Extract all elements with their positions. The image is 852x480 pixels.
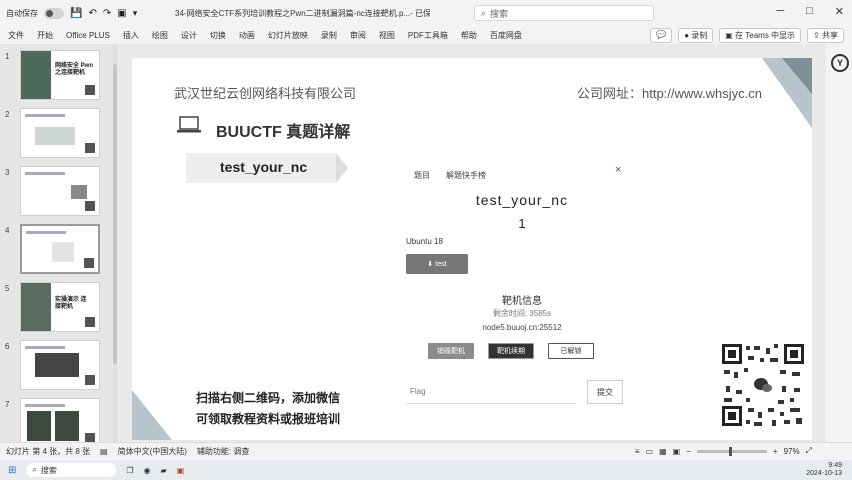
download-button[interactable]: ⬇ test	[406, 254, 468, 274]
autosave-label: 自动保存	[6, 8, 38, 18]
menu-view[interactable]: 视图	[379, 30, 395, 41]
corner-decoration-bottom	[132, 390, 172, 440]
menu-transitions[interactable]: 切换	[210, 30, 226, 41]
document-title: 34-网络安全CTF系列培训教程之Pwn二进制漏洞篇-nc连接靶机.p...- …	[175, 9, 430, 18]
slide-thumbnail-5[interactable]: 实操演示 连接靶机	[20, 282, 100, 332]
menu-home[interactable]: 开始	[37, 30, 53, 41]
zoom-out-icon[interactable]: −	[686, 447, 691, 456]
thumbnail-scrollbar[interactable]	[113, 44, 117, 442]
menu-draw[interactable]: 绘图	[152, 30, 168, 41]
undo-icon[interactable]: ↶	[88, 8, 96, 19]
machine-remaining-time: 剩余时间: 3585s	[492, 309, 552, 318]
renew-machine-button[interactable]: 靶机续期	[488, 343, 534, 359]
close-icon[interactable]: ✕	[835, 5, 844, 18]
solved-button[interactable]: 已解锁	[548, 343, 594, 359]
right-side-panel: Y	[826, 44, 852, 442]
sorter-view-icon[interactable]: ▦	[659, 447, 667, 456]
company-name: 武汉世纪云创网络科技有限公司	[174, 86, 357, 101]
zoom-level[interactable]: 97%	[784, 447, 800, 456]
title-bar: 自动保存 💾 ↶ ↷ ▣ ▾ 34-网络安全CTF系列培训教程之Pwn二进制漏洞…	[0, 0, 852, 26]
spellcheck-icon[interactable]: ▤	[100, 447, 108, 456]
windows-start-icon[interactable]: ⊞	[8, 465, 16, 476]
taskbar-search[interactable]: ⌕ 搜索	[26, 463, 117, 477]
menu-pdf-tools[interactable]: PDF工具箱	[408, 30, 448, 41]
challenge-name-banner: test_your_nc	[186, 153, 348, 183]
folder-icon[interactable]: ▰	[161, 466, 167, 475]
copilot-icon[interactable]: Y	[831, 54, 849, 72]
menu-review[interactable]: 审阅	[350, 30, 366, 41]
machine-info-title: 靶机信息	[502, 296, 542, 307]
powerpoint-icon[interactable]: ▣	[177, 466, 185, 475]
menu-record[interactable]: 录制	[321, 30, 337, 41]
task-view-icon[interactable]: ❐	[126, 466, 133, 475]
zoom-slider[interactable]	[696, 446, 767, 456]
menu-baidu-pan[interactable]: 百度网盘	[490, 30, 522, 41]
company-website: 公司网址：http://www.whsjyc.cn	[577, 86, 762, 101]
maximize-icon[interactable]: □	[806, 5, 813, 18]
menu-insert[interactable]: 插入	[123, 30, 139, 41]
comment-button[interactable]: 💬	[650, 28, 673, 43]
slide-thumbnail-1[interactable]: 网络安全 Pwn之连接靶机	[20, 50, 100, 100]
tab-solves[interactable]: 解题快手榜	[446, 170, 486, 181]
promo-text: 扫描右侧二维码，添加微信 可领取教程资料或报班培训	[196, 391, 341, 426]
taskbar: ⊞ ⌕ 搜索 ❐ ◉ ▰ ▣ 9:49 2024-10-13	[0, 460, 852, 480]
flag-input[interactable]	[406, 380, 576, 404]
record-button[interactable]: ● 录制	[678, 28, 714, 43]
slide-thumbnail-2[interactable]	[20, 108, 100, 158]
quick-access-dropdown-icon[interactable]: ▾	[133, 8, 138, 19]
fit-slide-icon[interactable]: ⤢	[806, 446, 812, 456]
share-button[interactable]: ⇪ 共享	[807, 28, 844, 43]
slide: 武汉世纪云创网络科技有限公司 公司网址：http://www.whsjyc.cn…	[132, 58, 812, 440]
search-icon: ⌕	[32, 465, 37, 474]
normal-view-icon[interactable]: ▭	[646, 447, 654, 456]
menu-help[interactable]: 帮助	[461, 30, 477, 41]
redo-icon[interactable]: ↷	[103, 8, 111, 19]
challenge-score: 1	[518, 216, 526, 231]
autosave-toggle[interactable]	[44, 7, 64, 19]
machine-address: node5.buuoj.cn:25512	[482, 323, 562, 332]
menu-office-plus[interactable]: Office PLUS	[66, 31, 110, 40]
reading-view-icon[interactable]: ▣	[673, 447, 681, 456]
destroy-machine-button[interactable]: 销毁靶机	[428, 343, 474, 359]
submit-button[interactable]: 提交	[587, 380, 623, 404]
search-input[interactable]: ⌕ 搜索	[474, 5, 654, 21]
slide-thumbnail-7[interactable]	[20, 398, 100, 448]
menu-animations[interactable]: 动画	[239, 30, 255, 41]
menu-file[interactable]: 文件	[8, 30, 24, 41]
minimize-icon[interactable]: ─	[776, 5, 784, 18]
challenge-os: Ubuntu 18	[406, 237, 443, 246]
slide-heading: BUUCTF 真题详解	[216, 124, 351, 141]
menu-slideshow[interactable]: 幻灯片放映	[268, 30, 308, 41]
accessibility-indicator[interactable]: 辅助功能: 调查	[197, 446, 249, 457]
present-icon[interactable]: ▣	[117, 8, 126, 19]
challenge-title: test_your_nc	[475, 192, 569, 208]
close-icon[interactable]: ×	[615, 164, 621, 176]
ribbon-menu: 文件 开始 Office PLUS 插入 绘图 设计 切换 动画 幻灯片放映 录…	[0, 26, 852, 44]
slide-thumbnail-6[interactable]	[20, 340, 100, 390]
slide-thumbnail-4[interactable]	[20, 224, 100, 274]
slide-thumbnail-panel: 1 网络安全 Pwn之连接靶机 2 3 4 5 实操演示 连接靶机 6 7	[0, 44, 118, 448]
wechat-qr-code	[720, 342, 806, 428]
slide-counter: 幻灯片 第 4 张，共 8 张	[6, 447, 91, 456]
status-bar: 幻灯片 第 4 张，共 8 张 ▤ 简体中文(中国大陆) 辅助功能: 调查 ≡ …	[0, 442, 852, 460]
slide-canvas: 武汉世纪云创网络科技有限公司 公司网址：http://www.whsjyc.cn…	[118, 44, 826, 442]
system-clock[interactable]: 9:49 2024-10-13	[806, 462, 842, 478]
menu-design[interactable]: 设计	[181, 30, 197, 41]
tab-challenge[interactable]: 题目	[414, 170, 430, 181]
download-icon: ⬇	[427, 261, 434, 268]
browser-icon[interactable]: ◉	[144, 466, 151, 475]
save-icon[interactable]: 💾	[70, 8, 82, 19]
language-indicator[interactable]: 简体中文(中国大陆)	[118, 446, 187, 457]
search-icon: ⌕	[481, 7, 487, 18]
zoom-in-icon[interactable]: +	[773, 447, 778, 456]
teams-button[interactable]: ▣ 在 Teams 中显示	[719, 28, 802, 43]
laptop-icon	[177, 116, 201, 133]
notes-icon[interactable]: ≡	[635, 447, 640, 456]
slide-thumbnail-3[interactable]	[20, 166, 100, 216]
